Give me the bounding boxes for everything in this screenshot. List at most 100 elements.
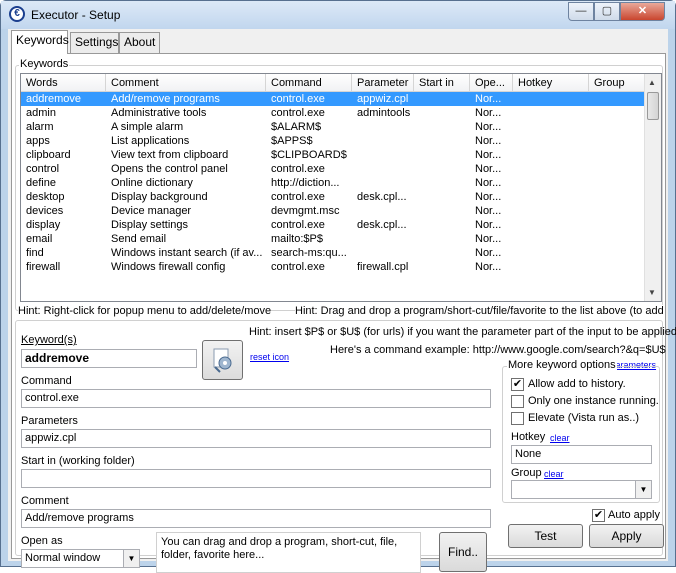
list-item[interactable]: control Opens the control panel control.ex… bbox=[21, 162, 645, 176]
close-button[interactable]: ✕ bbox=[620, 2, 665, 21]
list-cell bbox=[589, 204, 645, 218]
keyword-input[interactable]: addremove bbox=[21, 349, 197, 368]
list-item[interactable]: apps List applications $APPS$ Nor... bbox=[21, 134, 645, 148]
list-cell bbox=[414, 246, 470, 260]
list-cell: email bbox=[26, 233, 53, 245]
list-cell: define bbox=[26, 177, 56, 189]
tab-about[interactable]: About bbox=[119, 32, 160, 53]
list-cell: devmgmt.msc bbox=[271, 205, 340, 217]
list-item[interactable]: display Display settings control.exe desk.c… bbox=[21, 218, 645, 232]
list-cell bbox=[352, 148, 414, 162]
command-input[interactable]: control.exe bbox=[21, 389, 491, 408]
list-cell: Nor... bbox=[475, 247, 502, 259]
group-label: Group bbox=[511, 467, 542, 479]
hotkey-input[interactable]: None bbox=[511, 445, 652, 464]
list-cell bbox=[513, 218, 589, 232]
scroll-down-icon[interactable]: ▼ bbox=[648, 288, 656, 297]
list-vertical-scrollbar[interactable]: ▲ ▼ bbox=[644, 74, 661, 301]
list-cell bbox=[352, 204, 414, 218]
list-cell: control.exe bbox=[271, 219, 325, 231]
list-cell: Nor... bbox=[475, 233, 502, 245]
keyword-icon-button[interactable] bbox=[202, 340, 243, 380]
allow-history-checkbox[interactable]: ✔ bbox=[511, 378, 524, 391]
tab-settings[interactable]: Settings bbox=[70, 32, 119, 53]
list-cell bbox=[513, 190, 589, 204]
chevron-down-icon[interactable]: ▼ bbox=[635, 481, 651, 498]
list-cell bbox=[589, 106, 645, 120]
open-as-select[interactable]: Normal window ▼ bbox=[21, 549, 140, 568]
comment-input[interactable]: Add/remove programs bbox=[21, 509, 491, 528]
list-item[interactable]: find Windows instant search (if av... sear… bbox=[21, 246, 645, 260]
start-in-input[interactable] bbox=[21, 469, 491, 488]
tab-keywords[interactable]: Keywords bbox=[11, 30, 69, 54]
list-cell: Nor... bbox=[475, 121, 502, 133]
hint-command-example: Here's a command example: http://www.goo… bbox=[330, 344, 666, 356]
list-item[interactable]: alarm A simple alarm $ALARM$ Nor... bbox=[21, 120, 645, 134]
chevron-down-icon[interactable]: ▼ bbox=[123, 550, 139, 567]
list-cell: Nor... bbox=[475, 205, 502, 217]
list-item[interactable]: admin Administrative tools control.exe admi… bbox=[21, 106, 645, 120]
list-cell bbox=[414, 162, 470, 176]
column-header-command[interactable]: Command bbox=[266, 74, 352, 92]
column-header-comment[interactable]: Comment bbox=[106, 74, 266, 92]
list-cell bbox=[589, 232, 645, 246]
group-select[interactable]: ▼ bbox=[511, 480, 652, 499]
list-cell: Send email bbox=[111, 233, 167, 245]
list-cell bbox=[513, 232, 589, 246]
column-header-parameter[interactable]: Parameter bbox=[352, 74, 414, 92]
list-cell bbox=[414, 204, 470, 218]
executor-app-icon: € bbox=[9, 6, 25, 22]
elevate-checkbox[interactable] bbox=[511, 412, 524, 425]
group-clear-link[interactable]: clear bbox=[544, 469, 564, 479]
list-cell: control bbox=[26, 163, 60, 175]
column-header-hotkey[interactable]: Hotkey bbox=[513, 74, 589, 92]
list-cell: http://diction... bbox=[271, 177, 340, 189]
hotkey-clear-link[interactable]: clear bbox=[550, 433, 570, 443]
list-item[interactable]: devices Device manager devmgmt.msc Nor... bbox=[21, 204, 645, 218]
list-cell bbox=[352, 176, 414, 190]
list-cell: Nor... bbox=[475, 135, 502, 147]
list-item[interactable]: desktop Display background control.exe desk… bbox=[21, 190, 645, 204]
list-cell bbox=[589, 162, 645, 176]
apply-button[interactable]: Apply bbox=[589, 524, 664, 548]
column-header-open[interactable]: Ope... bbox=[470, 74, 513, 92]
column-header-group[interactable]: Group bbox=[589, 74, 645, 92]
title-bar[interactable]: € Executor - Setup — ▢ ✕ bbox=[1, 1, 675, 29]
auto-apply-checkbox[interactable]: ✔ bbox=[592, 509, 605, 522]
list-item[interactable]: email Send email mailto:$P$ Nor... bbox=[21, 232, 645, 246]
list-item[interactable]: define Online dictionary http://diction...… bbox=[21, 176, 645, 190]
list-item[interactable]: addremove Add/remove programs control.exe a… bbox=[21, 92, 645, 106]
list-cell bbox=[352, 246, 414, 260]
list-cell: firewall.cpl bbox=[357, 261, 409, 273]
start-in-label: Start in (working folder) bbox=[21, 455, 135, 467]
maximize-button[interactable]: ▢ bbox=[594, 2, 620, 21]
one-instance-checkbox[interactable] bbox=[511, 395, 524, 408]
list-cell: firewall bbox=[26, 261, 61, 273]
command-label: Command bbox=[21, 375, 72, 387]
keyword-label: Keyword(s) bbox=[21, 334, 77, 346]
scroll-thumb[interactable] bbox=[647, 92, 659, 120]
minimize-button[interactable]: — bbox=[568, 2, 594, 21]
test-button[interactable]: Test bbox=[508, 524, 583, 548]
column-header-start-in[interactable]: Start in bbox=[414, 74, 470, 92]
list-cell: clipboard bbox=[26, 149, 71, 161]
list-cell: View text from clipboard bbox=[111, 149, 229, 161]
list-cell: find bbox=[26, 247, 44, 259]
open-as-label: Open as bbox=[21, 535, 63, 547]
list-cell bbox=[414, 120, 470, 134]
find-button[interactable]: Find.. bbox=[439, 532, 487, 572]
keywords-list[interactable]: Words Comment Command Parameter Start in… bbox=[20, 73, 662, 302]
list-cell bbox=[589, 148, 645, 162]
reset-icon-link[interactable]: reset icon bbox=[250, 352, 289, 362]
hint-right-click: Hint: Right-click for popup menu to add/… bbox=[18, 305, 271, 317]
hint-parameter-insert: Hint: insert $P$ or $U$ (for urls) if yo… bbox=[249, 326, 676, 338]
list-item[interactable]: clipboard View text from clipboard $CLIPBO… bbox=[21, 148, 645, 162]
list-cell: $APPS$ bbox=[271, 135, 313, 147]
list-cell bbox=[414, 176, 470, 190]
list-cell bbox=[352, 120, 414, 134]
list-item[interactable]: firewall Windows firewall config control.e… bbox=[21, 260, 645, 274]
parameters-input[interactable]: appwiz.cpl bbox=[21, 429, 491, 448]
list-cell: Nor... bbox=[475, 177, 502, 189]
column-header-words[interactable]: Words bbox=[21, 74, 106, 92]
scroll-up-icon[interactable]: ▲ bbox=[648, 78, 656, 87]
